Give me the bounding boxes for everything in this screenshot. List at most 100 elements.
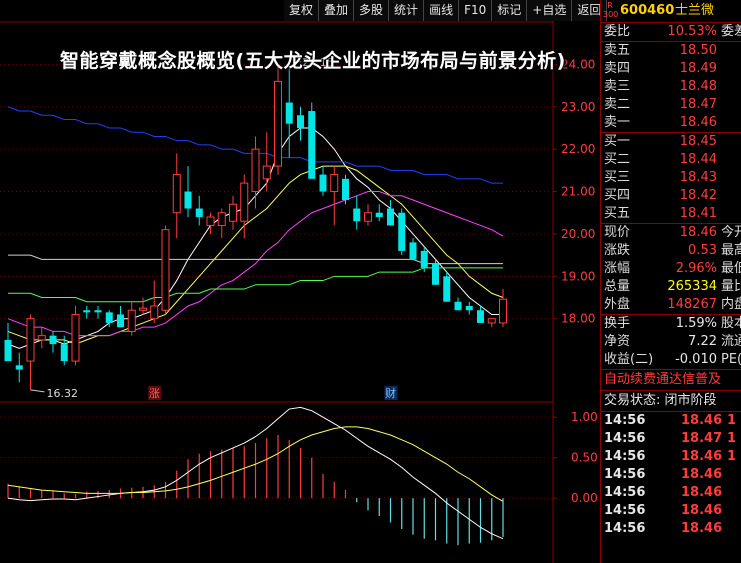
candle-body	[274, 80, 282, 167]
candle-body	[364, 212, 372, 222]
quote-row: 买一 18.45	[601, 133, 741, 151]
quote-row: 换手1.59%股本	[601, 315, 741, 333]
price-tick-label: 19.00	[561, 269, 595, 283]
row-right-label: 今开	[721, 225, 741, 240]
quote-row: 买五 18.41	[601, 205, 741, 223]
stock-header[interactable]: R 300 600460 士兰微	[601, 0, 741, 22]
macd-tick-label: 0.50	[571, 451, 598, 465]
quote-row: 买二 18.44	[601, 151, 741, 169]
tick-time: 14:56	[604, 413, 646, 428]
candle-body	[139, 307, 147, 311]
quote-row: 涨幅2.96%最低	[601, 260, 741, 278]
quote-row: 卖一 18.46	[601, 114, 741, 132]
macd-tick-label: 0.00	[571, 491, 598, 505]
candle-body	[477, 310, 484, 323]
tick-price: 18.46	[681, 521, 723, 536]
candle-body	[420, 250, 428, 268]
quote-row: 总量265334量比	[601, 278, 741, 296]
candle-body	[184, 191, 192, 209]
toolbar-button-2[interactable]: 多股	[354, 0, 390, 21]
notice-banner[interactable]: 自动续费通达信普及	[601, 369, 741, 390]
tick-list[interactable]: 14:56 18.46 1 14:56 18.47 1 14:56 18.46 1 14:56 18…	[601, 411, 741, 538]
moving-average-line	[8, 267, 503, 303]
row-right-label: 股本	[721, 316, 741, 331]
quote-row: 外盘148267内盘	[601, 296, 741, 314]
tick-price: 18.46	[681, 449, 723, 464]
tick-row: 14:56 18.46	[601, 520, 741, 538]
candle-body	[454, 301, 462, 311]
candle-body	[285, 102, 293, 124]
candle-body	[297, 115, 304, 128]
toolbar-button-1[interactable]: 叠加	[319, 0, 355, 21]
candle-body	[409, 242, 417, 260]
candle-body	[37, 335, 46, 341]
candle-body	[443, 276, 451, 302]
row-value: 18.46	[679, 225, 717, 240]
row-value: 18.43	[679, 170, 717, 185]
quote-row: 卖四 18.49	[601, 60, 741, 78]
row-right-label: 流通	[721, 334, 741, 349]
event-marker-text: 涨	[149, 387, 160, 400]
toolbar-button-4[interactable]: 画线	[424, 0, 460, 21]
row-value: 2.96%	[675, 261, 717, 276]
candle-body	[319, 174, 327, 192]
row-right-label: 最低	[721, 261, 741, 276]
row-value: 18.45	[679, 134, 717, 149]
row-value: 0.53	[688, 243, 717, 258]
quote-row: 现价18.46今开	[601, 224, 741, 242]
tick-row: 14:56 18.46 1	[601, 412, 741, 430]
row-right-label: 量比	[721, 279, 741, 294]
candle-body	[94, 310, 102, 313]
toolbar-button-0[interactable]: 复权	[284, 0, 320, 21]
tick-price: 18.46	[681, 503, 723, 518]
candle-body	[49, 335, 57, 345]
quote-row: 卖二 18.47	[601, 96, 741, 114]
price-tick-label: 18.00	[561, 312, 595, 326]
candle-body	[499, 298, 507, 324]
tick-vol: 1	[727, 413, 737, 428]
toolbar-button-5[interactable]: F10	[459, 0, 493, 21]
row-value: 18.49	[679, 61, 717, 76]
event-marker-text: 财	[385, 386, 396, 400]
toolbar-button-6[interactable]: 标记	[492, 0, 528, 21]
price-tick-label: 21.00	[561, 185, 595, 199]
quote-row: 买三 18.43	[601, 169, 741, 187]
candle-body	[229, 203, 237, 222]
tick-time: 14:56	[604, 449, 646, 464]
kline-chart-area[interactable]: 18.0019.0020.0021.0022.0023.0024.0024.15…	[0, 0, 600, 563]
candle-body	[105, 312, 113, 323]
moving-average-line	[8, 254, 503, 265]
tick-time: 14:56	[604, 503, 646, 518]
tick-vol: 1	[727, 449, 737, 464]
candle-body	[161, 229, 170, 311]
candle-body	[308, 111, 316, 179]
tick-time: 14:56	[604, 431, 646, 446]
toolbar-button-3[interactable]: 统计	[389, 0, 425, 21]
stock-code: 600460	[620, 3, 675, 18]
tick-time: 14:56	[604, 521, 646, 536]
toolbar-button-7[interactable]: +自选	[527, 0, 573, 21]
quote-panel: R300 600460 士兰微 委比 10.53% 委差 卖五18.50卖四18…	[600, 0, 741, 563]
row-value: 18.44	[679, 152, 717, 167]
row-right-label: PE(动	[721, 352, 741, 367]
tick-time: 14:56	[604, 467, 646, 482]
candle-body	[150, 305, 159, 320]
market-badge: R 300	[603, 1, 619, 19]
tick-vol: 1	[727, 431, 737, 446]
bid-book: 买一 18.45 买二 18.44 买三 18.43 买四 18.42 买五 18.41	[601, 132, 741, 223]
candle-body	[375, 212, 383, 217]
tick-price: 18.46	[681, 485, 723, 500]
candle-body	[432, 263, 439, 285]
tick-row: 14:56 18.46	[601, 466, 741, 484]
candle-body	[206, 216, 215, 226]
order-diff-label: 委差	[721, 24, 741, 39]
tick-row: 14:56 18.46	[601, 502, 741, 520]
row-value: 265334	[667, 279, 717, 294]
row-right-label: 最高	[721, 243, 741, 258]
tick-row: 14:56 18.46	[601, 484, 741, 502]
share-stats: 换手1.59%股本净资7.22流通收益(二)-0.010PE(动	[601, 314, 741, 369]
price-tick-label: 20.00	[561, 227, 595, 241]
candle-body	[342, 178, 349, 201]
row-value: 18.42	[679, 188, 717, 203]
tick-price: 18.46	[681, 467, 723, 482]
